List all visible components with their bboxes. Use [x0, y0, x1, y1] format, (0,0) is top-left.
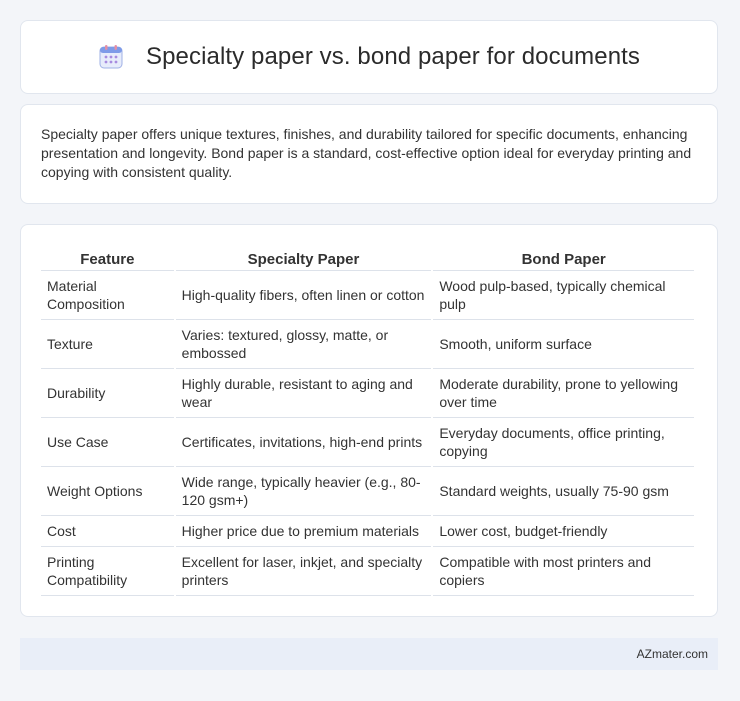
table-row: Cost Higher price due to premium materia…: [41, 516, 694, 547]
intro-text: Specialty paper offers unique textures, …: [41, 126, 692, 180]
bond-cell: Everyday documents, office printing, cop…: [433, 418, 694, 467]
specialty-cell: Higher price due to premium materials: [175, 516, 432, 547]
feature-cell: Durability: [41, 369, 174, 418]
comparison-table-card: Feature Specialty Paper Bond Paper Mater…: [20, 224, 718, 617]
header-bond-paper: Bond Paper: [433, 246, 694, 271]
specialty-cell: Certificates, invitations, high-end prin…: [175, 418, 432, 467]
feature-cell: Cost: [41, 516, 174, 547]
bond-cell: Wood pulp-based, typically chemical pulp: [433, 271, 694, 320]
table-row: Use Case Certificates, invitations, high…: [41, 418, 694, 467]
bond-cell: Standard weights, usually 75-90 gsm: [433, 467, 694, 516]
bond-cell: Smooth, uniform surface: [433, 320, 694, 369]
table-row: Durability Highly durable, resistant to …: [41, 369, 694, 418]
table-row: Texture Varies: textured, glossy, matte,…: [41, 320, 694, 369]
footer: AZmater.com: [20, 638, 718, 670]
table-header-row: Feature Specialty Paper Bond Paper: [41, 246, 694, 271]
feature-cell: Printing Compatibility: [41, 547, 174, 596]
footer-brand: AZmater.com: [636, 647, 708, 661]
bond-cell: Compatible with most printers and copier…: [433, 547, 694, 596]
header-specialty-paper: Specialty Paper: [175, 246, 432, 271]
bond-cell: Lower cost, budget-friendly: [433, 516, 694, 547]
bond-cell: Moderate durability, prone to yellowing …: [433, 369, 694, 418]
specialty-cell: Wide range, typically heavier (e.g., 80-…: [175, 467, 432, 516]
feature-cell: Material Composition: [41, 271, 174, 320]
header-feature: Feature: [41, 246, 174, 271]
specialty-cell: Excellent for laser, inkjet, and special…: [175, 547, 432, 596]
feature-cell: Use Case: [41, 418, 174, 467]
table-row: Weight Options Wide range, typically hea…: [41, 467, 694, 516]
page-title: Specialty paper vs. bond paper for docum…: [145, 43, 641, 70]
feature-cell: Texture: [41, 320, 174, 369]
title-card: Specialty paper vs. bond paper for docum…: [20, 20, 718, 94]
table-row: Printing Compatibility Excellent for las…: [41, 547, 694, 596]
comparison-table: Feature Specialty Paper Bond Paper Mater…: [39, 246, 696, 596]
specialty-cell: Varies: textured, glossy, matte, or embo…: [175, 320, 432, 369]
calendar-icon: [99, 45, 123, 69]
feature-cell: Weight Options: [41, 467, 174, 516]
specialty-cell: High-quality fibers, often linen or cott…: [175, 271, 432, 320]
specialty-cell: Highly durable, resistant to aging and w…: [175, 369, 432, 418]
table-row: Material Composition High-quality fibers…: [41, 271, 694, 320]
intro-card: Specialty paper offers unique textures, …: [20, 104, 718, 204]
